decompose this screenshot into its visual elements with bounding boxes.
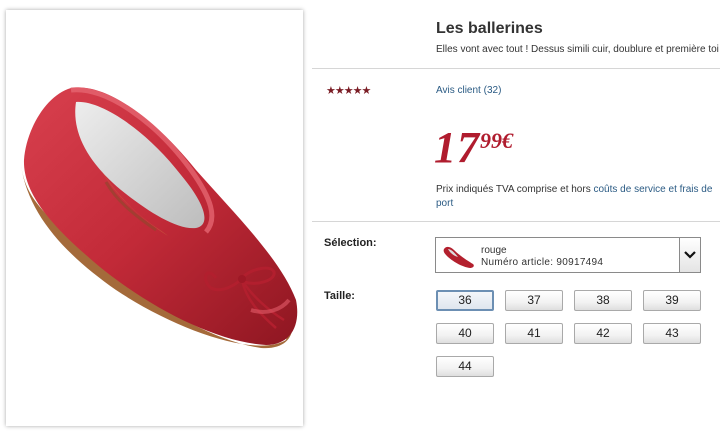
reviews-link[interactable]: Avis client (32): [436, 85, 501, 96]
chevron-down-icon[interactable]: [679, 237, 701, 273]
vat-text: Prix indiqués TVA comprise et hors: [436, 184, 594, 195]
size-option[interactable]: 44: [436, 356, 494, 377]
price-decimals: 99: [480, 128, 502, 153]
size-option[interactable]: 37: [505, 290, 563, 311]
article-number: Numéro article: 90917494: [481, 257, 604, 268]
color-select[interactable]: rouge Numéro article: 90917494: [435, 237, 701, 273]
red-ballerina-shoe-icon: [21, 87, 298, 349]
price-integer: 17: [434, 123, 480, 172]
product-image[interactable]: [6, 10, 303, 426]
product-title: Les ballerines: [436, 20, 543, 37]
selection-label: Sélection:: [324, 237, 377, 249]
divider: [312, 68, 720, 69]
size-option[interactable]: 39: [643, 290, 701, 311]
shoe-thumbnail-icon: [442, 243, 476, 274]
size-option[interactable]: 43: [643, 323, 701, 344]
price-currency: €: [502, 128, 513, 153]
size-label: Taille:: [324, 290, 355, 302]
size-option[interactable]: 38: [574, 290, 632, 311]
product-subtitle: Elles vont avec tout ! Dessus simili cui…: [436, 44, 719, 55]
divider: [312, 221, 720, 222]
rating-stars: ★★★★★: [326, 85, 371, 97]
selected-color: rouge: [481, 245, 507, 256]
size-option[interactable]: 41: [505, 323, 563, 344]
size-option[interactable]: 40: [436, 323, 494, 344]
size-option[interactable]: 42: [574, 323, 632, 344]
price: 1799€: [434, 122, 513, 173]
size-option[interactable]: 36: [436, 290, 494, 311]
vat-note: Prix indiqués TVA comprise et hors coûts…: [436, 183, 718, 211]
